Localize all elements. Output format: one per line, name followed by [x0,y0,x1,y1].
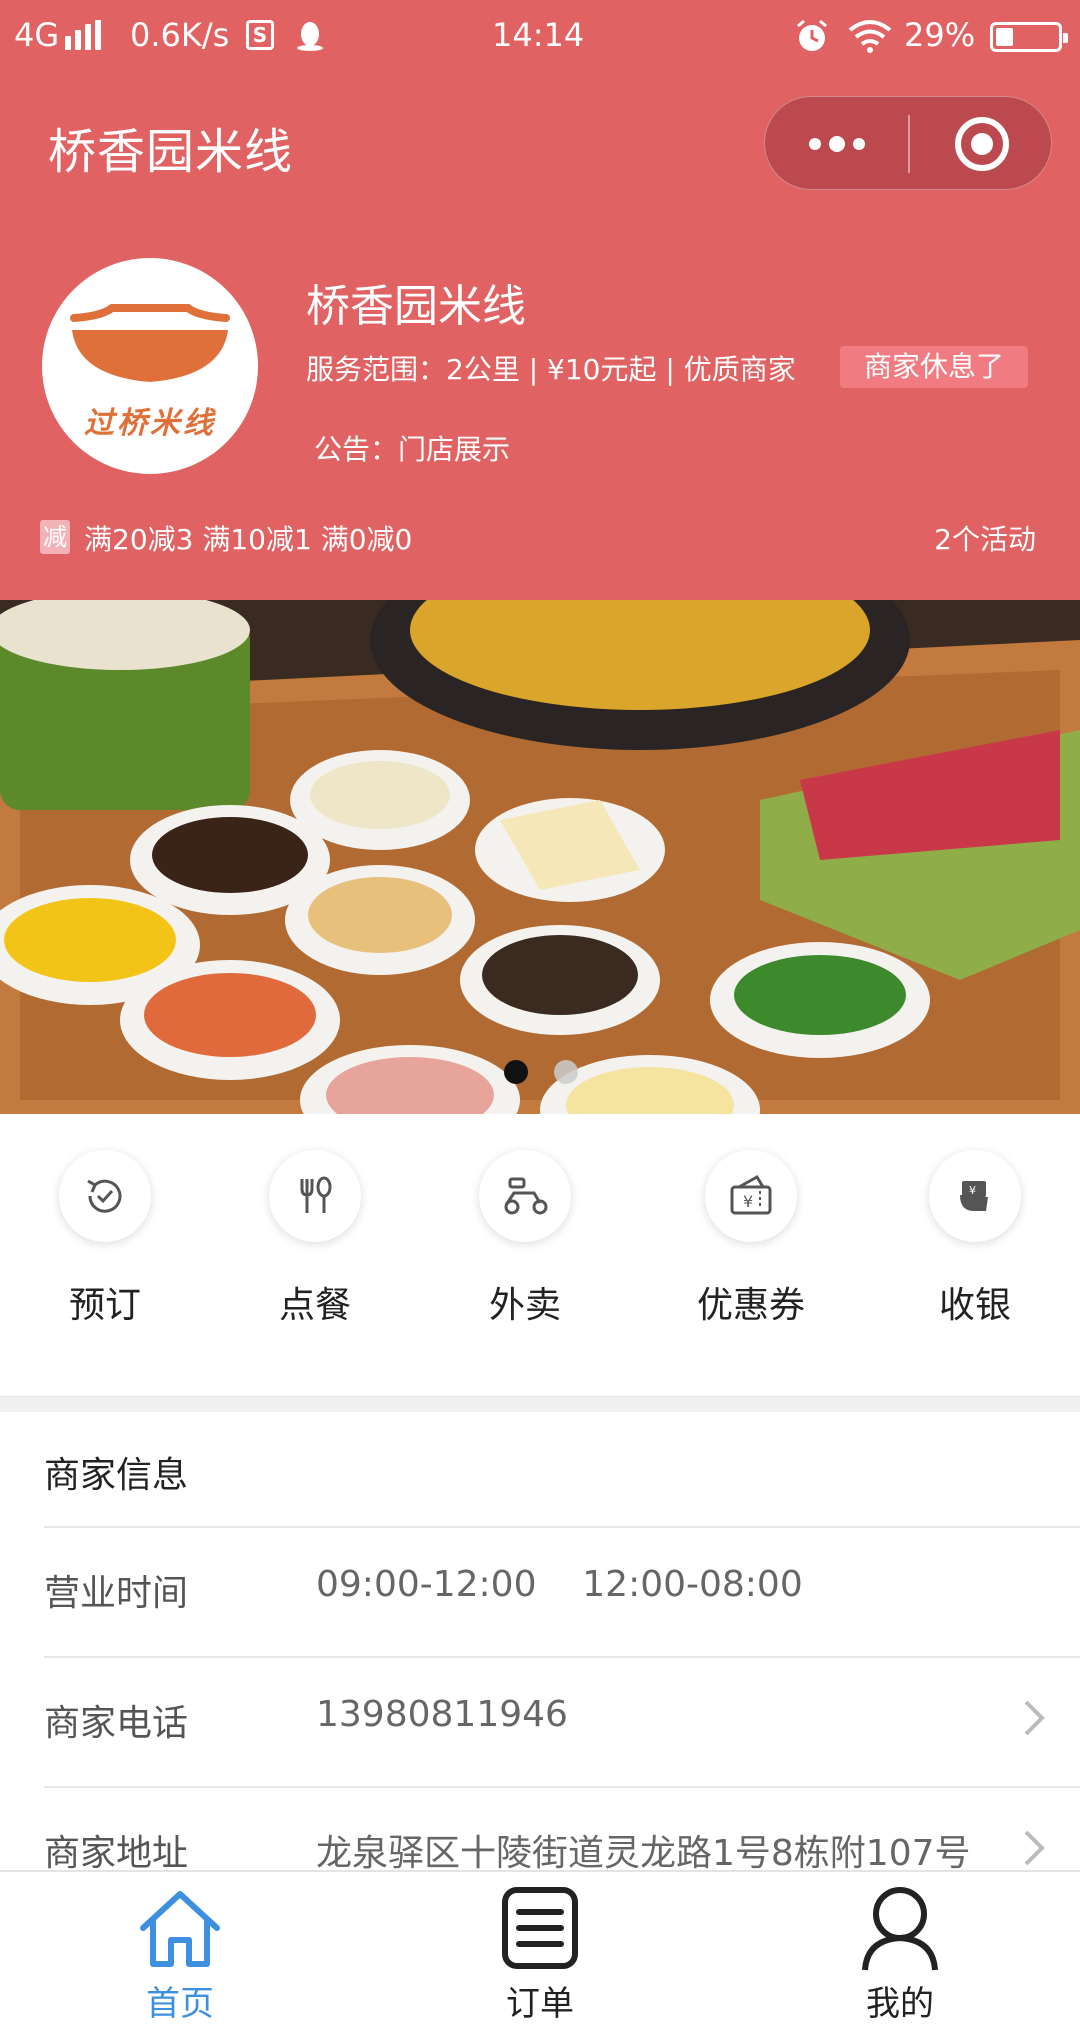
promotion-text: 满20减3 满10减1 满0减0 [84,523,413,556]
fork-spoon-icon [269,1150,361,1242]
business-hours-row: 营业时间 09:00-12:00 12:00-08:00 [44,1526,1080,1646]
shop-logo: 过桥米线 [42,258,258,474]
scooter-icon [479,1150,571,1242]
logo-text: 过桥米线 [84,406,216,441]
discount-tag: 减 [40,520,70,554]
clock-time: 14:14 [492,16,585,54]
action-label: 预订 [68,1285,141,1326]
section-divider [0,1396,1080,1412]
carousel-dot[interactable] [554,1060,578,1084]
chevron-right-icon [1024,1830,1045,1866]
shop-name: 桥香园米线 [306,281,526,332]
action-label: 收银 [938,1285,1011,1326]
close-miniprogram-button[interactable] [955,117,1009,171]
action-cashier[interactable]: ¥ 收银 [900,1150,1050,1328]
action-takeout[interactable]: 外卖 [450,1150,600,1328]
wifi-icon [848,20,892,53]
merchant-info-section: 商家信息 营业时间 09:00-12:00 12:00-08:00 商家电话 1… [0,1412,1080,1874]
action-order-food[interactable]: 点餐 [240,1150,390,1328]
shop-notice: 公告：门店展示 [314,433,511,466]
cashier-icon: ¥ [929,1150,1021,1242]
home-icon [140,1891,220,1967]
action-reserve[interactable]: 预订 [30,1150,180,1328]
svg-text:¥: ¥ [969,1184,976,1197]
section-title: 商家信息 [44,1455,189,1496]
battery-fill [996,28,1013,46]
user-icon [862,1887,938,1971]
tab-label: 我的 [866,1984,934,2024]
s-app-icon: S [246,20,274,50]
bottom-tab-bar: 首页 订单 我的 [0,1870,1080,2034]
svg-text:¥: ¥ [743,1192,753,1211]
chevron-right-icon [1024,1700,1045,1736]
order-list-icon [502,1887,578,1969]
status-badge: 商家休息了 [840,346,1028,388]
tab-home[interactable]: 首页 [80,1884,280,2025]
tab-profile[interactable]: 我的 [800,1884,1000,2025]
action-label: 点餐 [278,1285,351,1326]
more-options-button[interactable] [765,97,909,191]
banner-food-image [0,600,1080,1114]
row-value: 09:00-12:00 12:00-08:00 [316,1564,803,1605]
action-coupon[interactable]: ¥ 优惠券 [676,1150,826,1328]
phone-row[interactable]: 商家电话 13980811946 [44,1656,1080,1776]
banner-carousel[interactable] [0,600,1080,1114]
tab-label: 首页 [146,1984,214,2024]
row-key: 商家电话 [44,1703,189,1744]
qq-penguin-icon [297,22,323,51]
quick-actions: 预订 点餐 外卖 ¥ 优惠券 ¥ 收银 [0,1114,1080,1396]
alarm-icon [797,19,827,51]
promotion-count-link[interactable]: 2个活动 [934,518,1036,558]
signal-icon [65,20,105,58]
address-value: 龙泉驿区十陵街道灵龙路1号8栋附107号 [316,1833,971,1874]
tab-label: 订单 [506,1984,574,2024]
action-label: 外卖 [488,1285,561,1326]
tab-orders[interactable]: 订单 [440,1884,640,2025]
carousel-dot-active[interactable] [504,1060,528,1084]
navbar-title: 桥香园米线 [48,124,294,180]
phone-value: 13980811946 [316,1694,568,1735]
row-key: 商家地址 [44,1833,189,1874]
shop-meta: 服务范围：2公里 | ¥10元起 | 优质商家 [306,353,796,386]
shop-header: 4G 0.6K/s S 14:14 29% 桥香园米线 过桥米线 桥香园米线 服… [0,0,1080,600]
action-label: 优惠券 [696,1285,805,1326]
network-type: 4G [14,16,105,58]
battery-percent: 29% [904,16,976,54]
carousel-indicator [0,1060,1080,1086]
miniprogram-capsule [764,96,1052,190]
network-speed: 0.6K/s [130,16,230,54]
status-bar: 4G 0.6K/s S 14:14 29% [0,0,1080,72]
row-key: 营业时间 [44,1573,189,1614]
battery-icon [990,22,1068,52]
coupon-icon: ¥ [705,1150,797,1242]
clock-check-icon [59,1150,151,1242]
